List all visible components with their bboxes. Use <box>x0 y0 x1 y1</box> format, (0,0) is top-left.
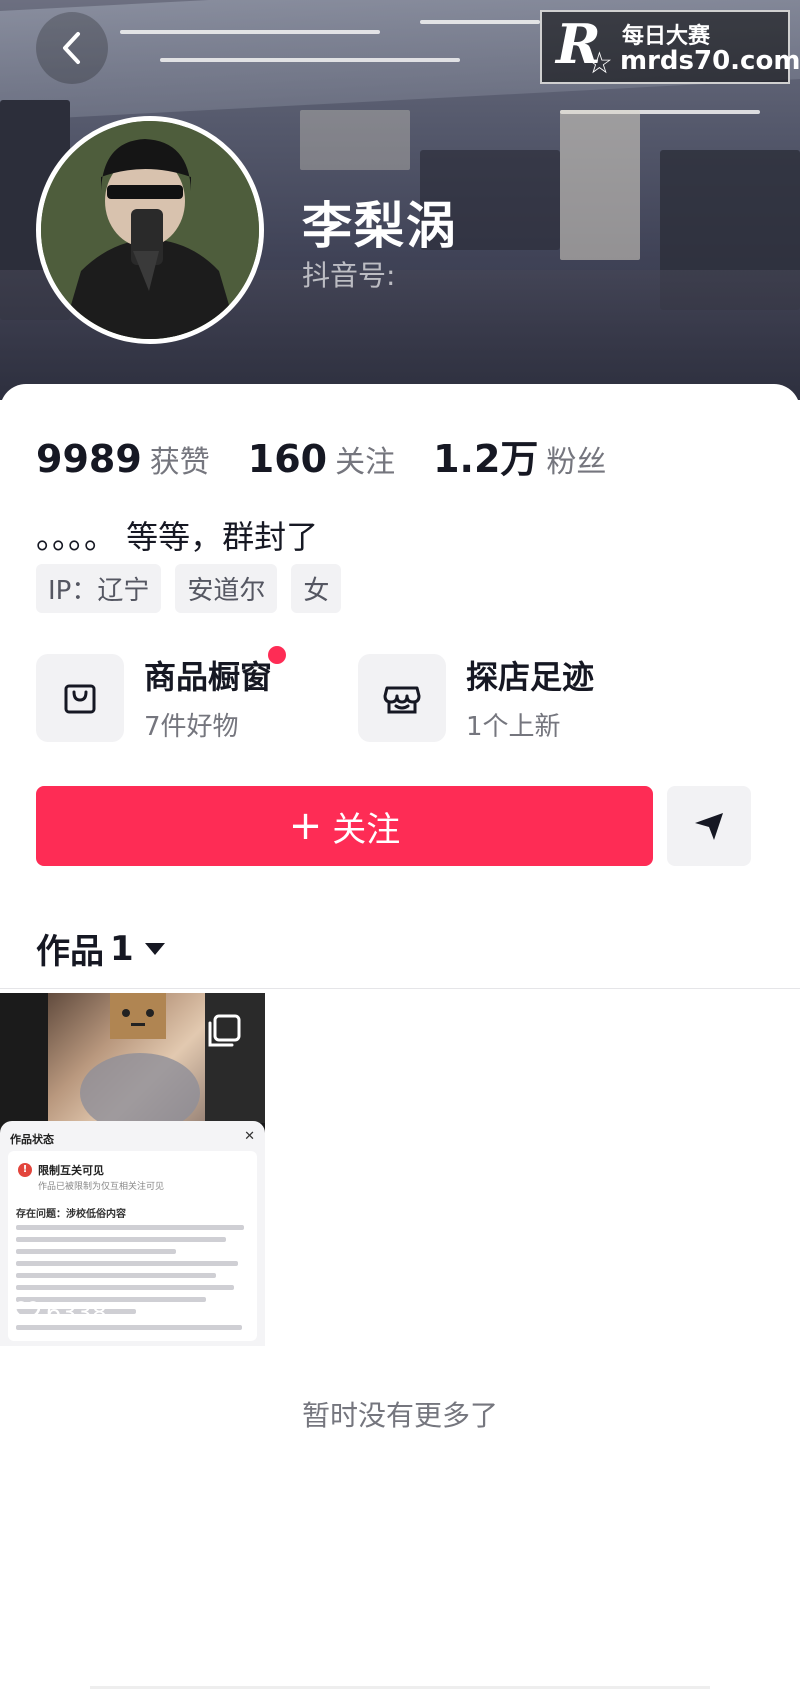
stat-following[interactable]: 160 关注 <box>248 437 395 481</box>
works-tab-label: 作品 <box>36 932 104 972</box>
like-count: 6338 <box>14 1299 107 1327</box>
avatar[interactable] <box>36 116 264 344</box>
feature-shop-visits[interactable]: 探店足迹 1个上新 <box>358 652 594 743</box>
chevron-left-icon <box>63 32 80 64</box>
follow-button[interactable]: + 关注 <box>36 786 653 866</box>
status-title: 限制互关可见 <box>38 1164 104 1177</box>
new-indicator-dot <box>268 646 286 664</box>
stat-label: 获赞 <box>149 445 210 480</box>
profile-name: 李梨涡 <box>302 197 458 255</box>
star-icon: ☆ <box>586 46 613 81</box>
profile-bio: 。。。。 等等，群封了 <box>36 518 319 556</box>
stat-label: 粉丝 <box>546 445 607 480</box>
warning-icon: ! <box>18 1163 32 1177</box>
send-icon <box>695 813 723 840</box>
feature-title: 商品橱窗 <box>144 658 273 696</box>
tag-location: 安道尔 <box>175 564 278 613</box>
stat-value: 1.2万 <box>433 437 539 481</box>
issue-heading: 存在问题：涉校低俗内容 <box>16 1209 126 1220</box>
store-icon <box>358 653 446 742</box>
feature-subtitle: 1个上新 <box>466 712 561 742</box>
stat-likes[interactable]: 9989 获赞 <box>36 437 210 481</box>
tag-ip: IP：辽宁 <box>36 564 162 613</box>
feature-title: 探店足迹 <box>466 658 595 696</box>
close-icon: ✕ <box>244 1129 255 1144</box>
back-button[interactable] <box>36 12 108 84</box>
works-count: 1 <box>110 928 134 969</box>
share-button[interactable] <box>667 786 751 866</box>
bottom-divider <box>90 1686 710 1689</box>
douyin-id-label: 抖音号: <box>302 259 396 292</box>
sheet-title: 作品状态 <box>10 1133 54 1146</box>
plus-icon: + <box>288 803 323 849</box>
watermark-url: mrds70.com <box>620 46 800 76</box>
feature-showcase[interactable]: 商品橱窗 7件好物 <box>36 646 286 743</box>
multi-image-icon <box>206 1013 242 1053</box>
avatar-image <box>41 121 259 339</box>
stat-value: 160 <box>247 437 328 481</box>
like-count-value: 6338 <box>46 1299 108 1327</box>
tag-gender: 女 <box>291 564 342 613</box>
end-of-list-text: 暂时没有更多了 <box>301 1399 498 1432</box>
stat-followers[interactable]: 1.2万 粉丝 <box>433 428 606 483</box>
watermark-logo: R ☆ 每日大赛 mrds70.com <box>540 10 800 84</box>
heart-icon <box>14 1301 40 1325</box>
video-thumbnail[interactable]: 作品状态 ✕ ! 限制互关可见 作品已被限制为仅互相关注可见 存在问题：涉校低俗… <box>0 993 265 1346</box>
caret-down-icon <box>144 942 165 955</box>
tab-works[interactable]: 作品 1 <box>36 924 166 973</box>
divider <box>0 988 800 989</box>
shopping-bag-icon <box>36 653 124 742</box>
profile-stats: 9989 获赞 160 关注 1.2万 粉丝 <box>36 428 644 483</box>
feature-subtitle: 7件好物 <box>144 712 239 742</box>
stat-value: 9989 <box>36 437 142 481</box>
stat-label: 关注 <box>335 445 396 480</box>
follow-label: 关注 <box>332 809 401 850</box>
status-subtitle: 作品已被限制为仅互相关注可见 <box>38 1182 165 1192</box>
profile-tags: IP：辽宁 安道尔 女 <box>36 564 355 613</box>
